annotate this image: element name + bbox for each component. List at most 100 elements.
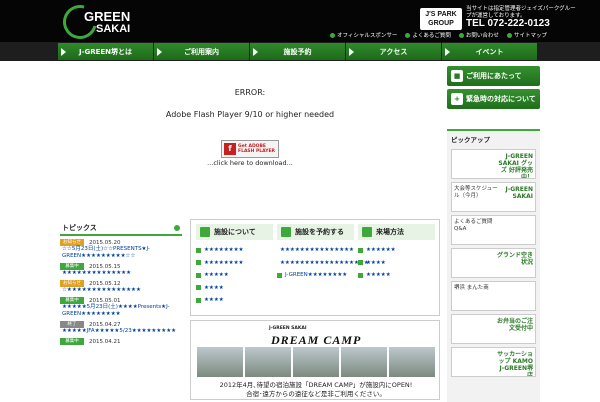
dream-photo (245, 347, 291, 377)
dream-photos (197, 347, 435, 377)
guide-link[interactable]: ★★★★★ (196, 269, 273, 282)
topic-item: 募集中 2015.05.15 ★★★★★★★★★★★★★★ (60, 263, 182, 277)
guide-link[interactable]: ★★★★★★★★ (196, 244, 273, 257)
top-link-faq[interactable]: よくあるご質問 (405, 30, 451, 40)
nav-about[interactable]: J-GREEN堺とは (58, 43, 153, 60)
logo-line2: SAKAI (96, 23, 130, 35)
guide-link[interactable]: ★★★★ (358, 257, 435, 270)
bullet-icon (196, 248, 201, 253)
arrow-right-icon (157, 48, 162, 56)
dream-logo: J-GREEN SAKAI (269, 326, 307, 331)
site-header: GREEN SAKAI J'S PARK GROUP 当サイトは指定管理者ジェイ… (0, 0, 600, 42)
pickup-card-goods[interactable]: J-GREEN SAKAI グッズ 好評発売中！ (451, 149, 536, 179)
guide-heading[interactable]: 施設について (196, 224, 273, 240)
arrow-right-icon (349, 48, 354, 56)
bullet-icon (196, 298, 201, 303)
guide-link[interactable]: J-GREEN★★★★★★★★ (277, 269, 354, 282)
bullet-icon (459, 33, 464, 38)
guide-link[interactable]: ★★★★★ (358, 269, 435, 282)
guide-link[interactable]: ★★★★★★★★★★★★★★★ (277, 244, 354, 257)
topic-item: 募集中2015.05.01 ★★★★★5月23日(土)★★★★Presents★… (60, 297, 182, 318)
pickup-card-schedule[interactable]: 大会等スケジュール（今月）J-GREEN SAKAI (451, 182, 536, 212)
topics-header: トピックス (60, 222, 182, 236)
document-icon: ■ (451, 70, 463, 82)
nav-reserve[interactable]: 施設予約 (250, 43, 345, 60)
topic-link[interactable]: ★★★★★JFA★★★★★5/23★★★★★★★★★ (60, 328, 182, 335)
top-links: オフィシャルスポンサー よくあるご質問 お問い合わせ サイトマップ (330, 30, 600, 40)
nav-event[interactable]: イベント (442, 43, 537, 60)
topic-link[interactable]: ★★★★★5月23日(土)★★★★Presents★J-GREEN★★★★★★★… (60, 304, 182, 318)
partner-badge[interactable]: J'S PARK GROUP (420, 8, 462, 30)
flash-error-message: Adobe Flash Player 9/10 or higher needed (60, 110, 440, 119)
access-icon (362, 227, 372, 237)
logo-line1: GREEN (84, 9, 130, 24)
get-flash-line2: FLASH PLAYER (238, 149, 275, 154)
guide-link[interactable]: ★★★★ (196, 294, 273, 307)
guide-link[interactable]: ★★★★★★★★ (196, 257, 273, 270)
download-link[interactable]: ...click here to download... (60, 159, 440, 167)
header-tel: TEL 072-222-0123 (466, 18, 550, 29)
reserve-icon (281, 227, 291, 237)
dream-camp-banner[interactable]: J-GREEN SAKAI DREAM CAMP 2012年4月､待望の宿泊施設… (190, 320, 440, 400)
bullet-icon (196, 260, 201, 265)
bullet-icon (277, 273, 282, 278)
topic-link[interactable]: ★★★★★★★★★★★★★★ (60, 270, 182, 277)
dream-photo (389, 347, 435, 377)
pickup-card-faq[interactable]: よくあるご質問 Q&A (451, 215, 536, 245)
topic-item: お知らせ2015.05.20 ☆☆5月23日(土)☆☆PRESENTS★J-GR… (60, 239, 182, 260)
topic-item: 募集中 2015.04.21 (60, 338, 182, 345)
guide-link[interactable]: ★★★★ (196, 282, 273, 295)
topic-date: 2015.04.27 (89, 322, 121, 328)
nav-access[interactable]: アクセス (346, 43, 441, 60)
guide-heading[interactable]: 施設を予約する (277, 224, 354, 240)
pickup-title: ピックアップ (447, 131, 540, 147)
topic-link[interactable]: ☆★★★★★★★★★★★★★★★ (60, 287, 182, 294)
guide-col-reserve: 施設を予約する ★★★★★★★★★★★★★★★ ★★★★★★★★★★★★★★★★… (277, 224, 354, 282)
guide-panel: 施設について ★★★★★★★★ ★★★★★★★★ ★★★★★ ★★★★ ★★★★… (190, 219, 440, 316)
topic-badge: 終了 (60, 321, 84, 328)
nav-guide[interactable]: ご利用案内 (154, 43, 249, 60)
flash-placeholder: ERROR: Adobe Flash Player 9/10 or higher… (60, 62, 440, 212)
topic-badge: 募集中 (60, 338, 84, 345)
get-flash-button[interactable]: f Get ADOBEFLASH PLAYER (221, 140, 279, 158)
topic-date: 2015.05.01 (89, 298, 121, 304)
bullet-icon (358, 260, 363, 265)
guide-col-facility: 施設について ★★★★★★★★ ★★★★★★★★ ★★★★★ ★★★★ ★★★★ (196, 224, 273, 307)
main-nav: J-GREEN堺とは ご利用案内 施設予約 アクセス イベント (0, 42, 600, 61)
pickup-card-manta[interactable]: 堺浜 まんた商 (451, 281, 536, 311)
topic-item: お知らせ2015.05.12 ☆★★★★★★★★★★★★★★★ (60, 280, 182, 294)
dream-title: DREAM CAMP (271, 333, 361, 348)
bullet-icon (196, 285, 201, 290)
bullet-icon (358, 248, 363, 253)
pickup-card-bento[interactable]: お弁当のご注文受付中 (451, 314, 536, 344)
usage-notes-button[interactable]: ■ご利用にあたって (447, 66, 540, 86)
topic-date: 2015.05.15 (89, 264, 121, 270)
guide-link[interactable]: ★★★★★★★★★★★★★★★★★★ (277, 257, 354, 270)
dream-photo (341, 347, 387, 377)
top-link-sponsor[interactable]: オフィシャルスポンサー (330, 30, 397, 40)
bullet-icon (196, 273, 201, 278)
flash-icon: f (224, 143, 236, 155)
top-link-contact[interactable]: お問い合わせ (459, 30, 499, 40)
dream-text-2: 合宿･遠方からの遠征など是非ご利用ください。 (191, 388, 440, 398)
emergency-button[interactable]: +緊急時の対応について (447, 89, 540, 109)
arrow-right-icon (61, 48, 66, 56)
cross-icon: + (451, 93, 463, 105)
guide-heading[interactable]: 来場方法 (358, 224, 435, 240)
bullet-icon (405, 33, 410, 38)
flash-error-title: ERROR: (60, 88, 440, 97)
pickup-card-kamo[interactable]: サッカーショップ KAMO J-GREEN堺店 (451, 347, 536, 377)
top-link-sitemap[interactable]: サイトマップ (507, 30, 547, 40)
dream-photo (293, 347, 339, 377)
dream-photo (197, 347, 243, 377)
topic-date: 2015.04.21 (89, 339, 121, 345)
topic-badge: お知らせ (60, 239, 84, 246)
guide-link[interactable]: ★★★★★★ (358, 244, 435, 257)
more-icon[interactable] (174, 225, 180, 231)
pickup-panel: ピックアップ J-GREEN SAKAI グッズ 好評発売中！ 大会等スケジュー… (447, 129, 540, 402)
site-logo[interactable]: GREEN SAKAI (60, 3, 148, 39)
topic-badge: 募集中 (60, 263, 84, 270)
bullet-icon (330, 33, 335, 38)
pickup-card-ground[interactable]: グランド空き状況 (451, 248, 536, 278)
topic-link[interactable]: ☆☆5月23日(土)☆☆PRESENTS★J-GREEN★★★★★★★★★☆☆ (60, 246, 182, 260)
